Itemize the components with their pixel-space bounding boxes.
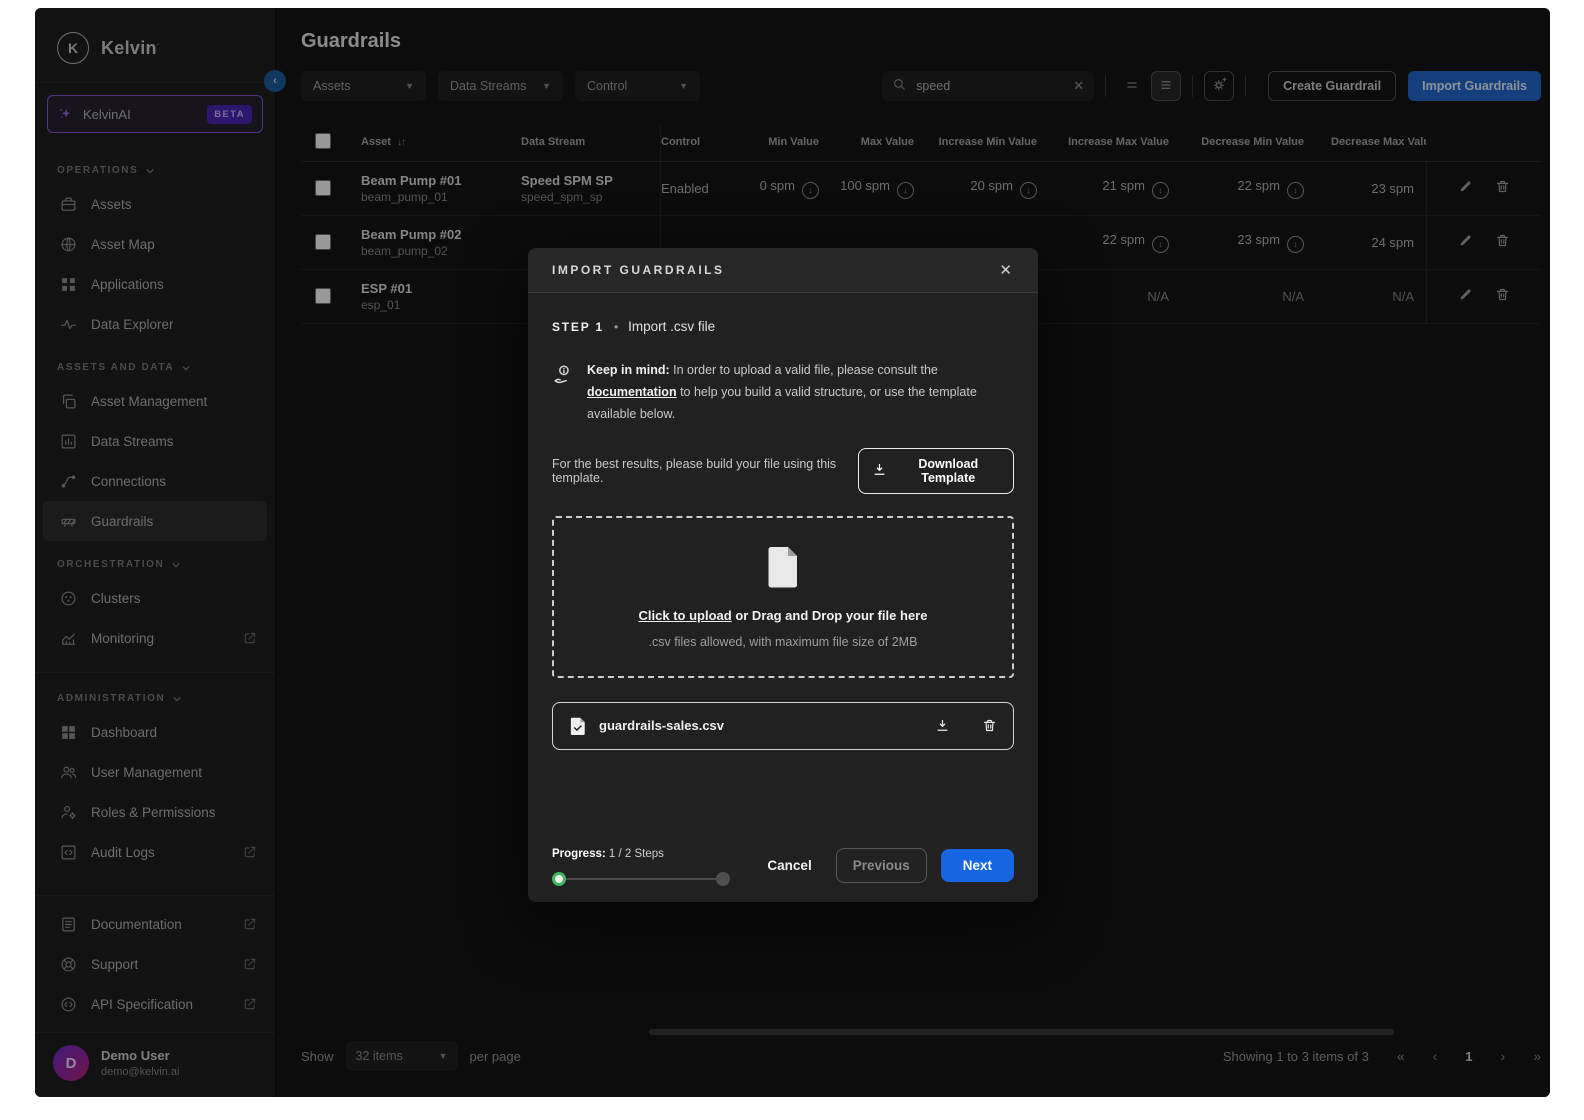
step-1-dot[interactable] bbox=[552, 872, 566, 886]
delete-file-icon[interactable] bbox=[982, 718, 997, 733]
modal-header: IMPORT GUARDRAILS ✕ bbox=[528, 248, 1038, 293]
previous-button[interactable]: Previous bbox=[836, 848, 927, 883]
upload-restrictions: .csv files allowed, with maximum file si… bbox=[649, 635, 918, 649]
uploaded-file-row: guardrails-sales.csv bbox=[552, 702, 1014, 750]
info-hand-icon bbox=[552, 363, 574, 426]
click-to-upload-link[interactable]: Click to upload bbox=[639, 608, 732, 623]
modal-title: IMPORT GUARDRAILS bbox=[552, 263, 725, 277]
file-dropzone[interactable]: Click to upload or Drag and Drop your fi… bbox=[552, 516, 1014, 678]
import-guardrails-modal: IMPORT GUARDRAILS ✕ STEP 1 • Import .csv… bbox=[528, 248, 1038, 902]
download-template-button[interactable]: Download Template bbox=[858, 448, 1014, 494]
template-hint: For the best results, please build your … bbox=[552, 457, 858, 485]
page-background: ‹ K Kelvin· KelvinAI BETA OPERATIONS Ass… bbox=[0, 0, 1584, 1120]
close-icon[interactable]: ✕ bbox=[993, 260, 1018, 280]
app-window: ‹ K Kelvin· KelvinAI BETA OPERATIONS Ass… bbox=[35, 8, 1550, 1097]
progress-label: Progress: 1 / 2 Steps bbox=[552, 848, 730, 860]
download-icon bbox=[872, 462, 887, 480]
cancel-button[interactable]: Cancel bbox=[757, 850, 821, 881]
next-button[interactable]: Next bbox=[941, 849, 1014, 882]
step-2-dot[interactable] bbox=[716, 872, 730, 886]
file-page-icon bbox=[763, 545, 803, 594]
file-check-icon bbox=[569, 716, 587, 736]
progress-stepper bbox=[552, 872, 730, 886]
keep-in-mind-note: Keep in mind: In order to upload a valid… bbox=[552, 360, 1014, 426]
step-indicator: STEP 1 • Import .csv file bbox=[552, 319, 1014, 334]
uploaded-file-name: guardrails-sales.csv bbox=[599, 718, 923, 733]
download-file-icon[interactable] bbox=[935, 718, 950, 733]
documentation-link[interactable]: documentation bbox=[587, 385, 677, 399]
